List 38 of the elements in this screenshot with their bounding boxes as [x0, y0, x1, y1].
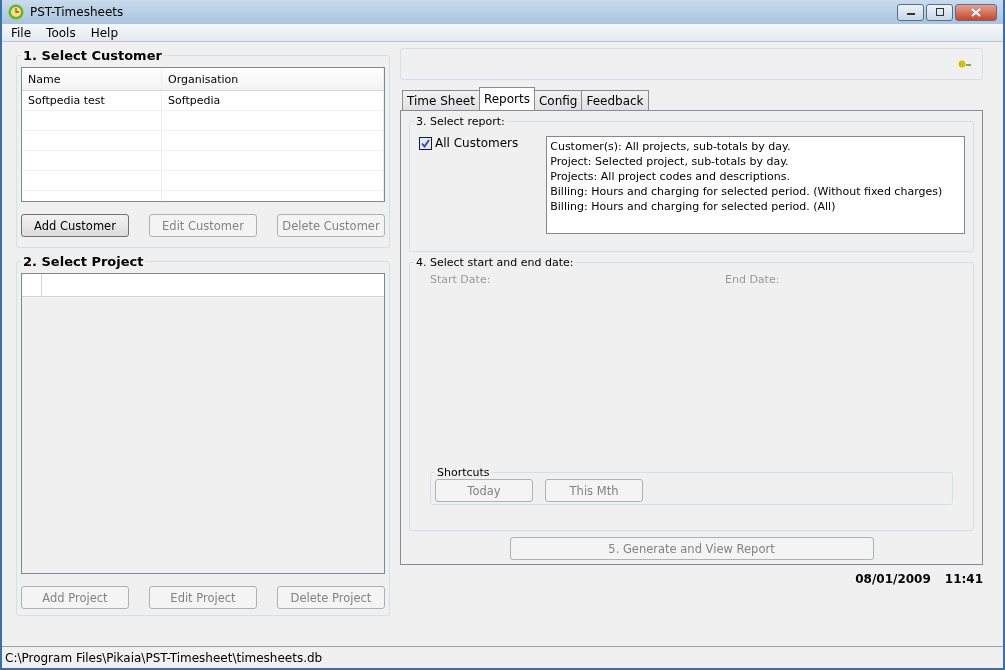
window-title: PST-Timesheets: [30, 5, 125, 19]
maximize-button[interactable]: [926, 3, 953, 21]
report-list-item[interactable]: Billing: Hours and charging for selected period. (All): [550, 199, 961, 214]
start-date-label: Start Date:: [430, 273, 492, 286]
report-list-item[interactable]: Project: Selected project, sub-totals by day.: [550, 154, 961, 169]
database-path: C:\Program Files\Pikaia\PST-Timesheet\timesheets.db: [5, 650, 323, 665]
report-list-item[interactable]: Customer(s): All projects, sub-totals by day.: [550, 139, 961, 154]
column-header[interactable]: Organisation: [162, 68, 384, 90]
minimize-button[interactable]: [897, 3, 924, 21]
all-customers-checkbox[interactable]: All Customers: [419, 136, 519, 234]
report-list-item[interactable]: Projects: All project codes and descriptions.: [550, 169, 961, 184]
group-title: 1. Select Customer: [22, 48, 163, 63]
time-text: 11:41: [944, 572, 983, 586]
tab[interactable]: Feedback: [581, 90, 649, 110]
tab[interactable]: Time Sheet: [402, 90, 480, 110]
end-date-label: End Date:: [725, 273, 780, 286]
tab[interactable]: Config: [533, 90, 583, 110]
customer-button[interactable]: Add Customer: [21, 214, 129, 237]
menu-item[interactable]: Tools: [46, 25, 76, 40]
menu-item[interactable]: Help: [90, 25, 118, 40]
close-icon: [971, 7, 981, 17]
column-header[interactable]: Name: [22, 68, 162, 90]
tab[interactable]: Reports: [478, 87, 535, 110]
group-title: Shortcuts: [436, 466, 491, 479]
status-light-icon: [958, 60, 972, 68]
checkbox[interactable]: [419, 137, 432, 150]
menu-item[interactable]: File: [11, 25, 32, 40]
report-list-item[interactable]: Billing: Hours and charging for selected period. (Without fixed charges): [550, 184, 961, 199]
group-title: 3. Select report:: [415, 115, 506, 128]
group-title: 4. Select start and end date:: [415, 256, 575, 269]
group-title: 2. Select Project: [22, 254, 145, 269]
maximize-icon: [934, 8, 945, 16]
table-cell: Softpedia test: [22, 91, 162, 110]
table-row[interactable]: Softpedia test Softpedia: [22, 91, 384, 111]
date-text: 08/01/2009: [855, 572, 931, 586]
clock-icon: [8, 4, 24, 20]
table-cell: Softpedia: [162, 91, 384, 110]
close-button[interactable]: [955, 3, 997, 21]
